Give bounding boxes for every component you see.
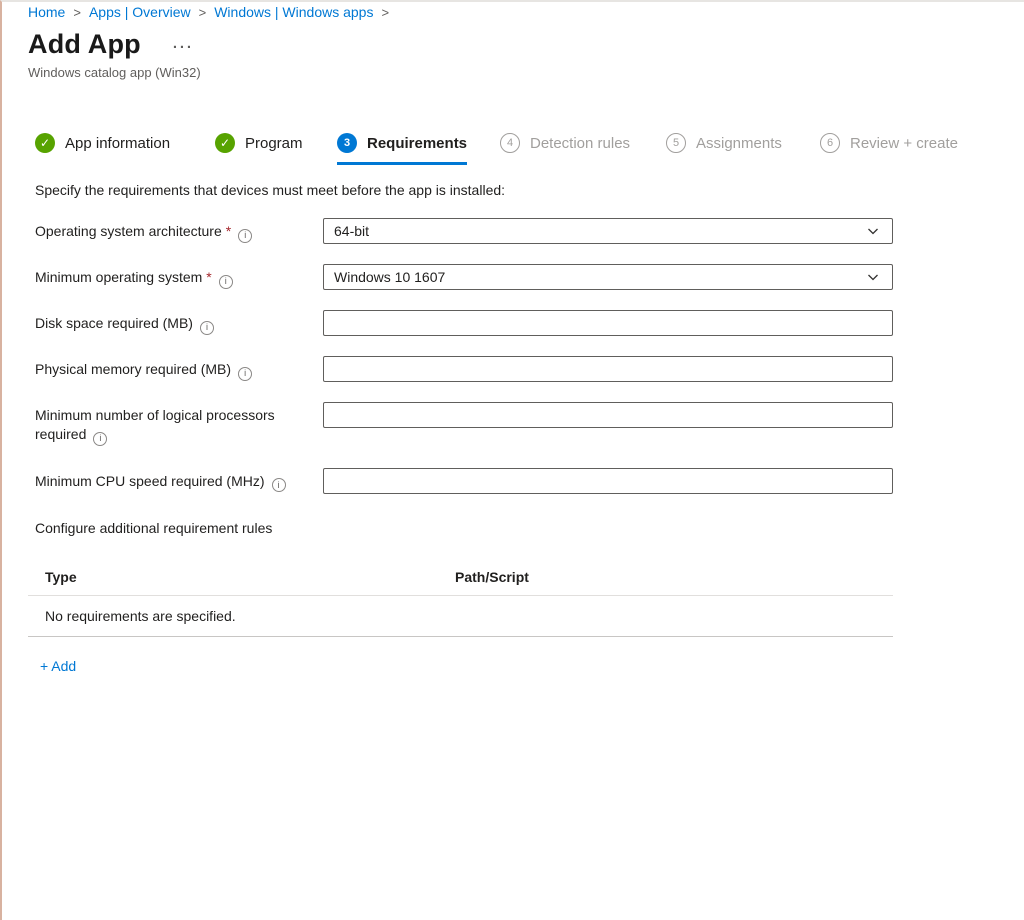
info-icon[interactable]: i xyxy=(238,367,252,381)
field-label: Minimum operating system* i xyxy=(35,264,323,289)
disk-space-input[interactable] xyxy=(323,310,893,336)
add-app-page: Home > Apps | Overview > Windows | Windo… xyxy=(0,0,1024,920)
form-row-cpu-speed: Minimum CPU speed required (MHz) i xyxy=(35,468,1004,494)
tab-app-information[interactable]: ✓ App information xyxy=(35,132,170,154)
page-header: Add App ··· xyxy=(28,29,1004,60)
breadcrumb-separator-icon: > xyxy=(381,5,389,20)
minimum-os-select[interactable]: Windows 10 1607 xyxy=(323,264,893,290)
breadcrumb-home[interactable]: Home xyxy=(28,4,65,20)
field-label: Minimum number of logical processors req… xyxy=(35,402,323,446)
requirements-intro-text: Specify the requirements that devices mu… xyxy=(35,182,1004,198)
step-label: Program xyxy=(245,135,303,152)
field-label-text: Minimum operating system xyxy=(35,269,202,285)
tab-program[interactable]: ✓ Program xyxy=(215,132,303,154)
form-row-disk-space: Disk space required (MB) i xyxy=(35,310,1004,336)
requirement-rules-table: Type Path/Script No requirements are spe… xyxy=(28,569,893,637)
tab-assignments[interactable]: 5 Assignments xyxy=(666,132,782,154)
step-label: Requirements xyxy=(367,135,467,152)
form-row-os-architecture: Operating system architecture* i 64-bit xyxy=(35,218,1004,244)
requirements-form: Operating system architecture*i 64-bit M… xyxy=(35,218,1004,494)
step-label: Review + create xyxy=(850,135,958,152)
breadcrumb-windows-apps[interactable]: Windows | Windows apps xyxy=(214,4,373,20)
additional-rules-heading: Configure additional requirement rules xyxy=(35,520,1004,536)
column-header-path-script: Path/Script xyxy=(455,569,529,585)
more-options-icon[interactable]: ··· xyxy=(173,40,194,55)
step-label: App information xyxy=(65,135,170,152)
field-label: Minimum CPU speed required (MHz) i xyxy=(35,468,323,493)
required-marker: * xyxy=(206,269,211,285)
breadcrumb: Home > Apps | Overview > Windows | Windo… xyxy=(28,4,1004,20)
info-icon[interactable]: i xyxy=(200,321,214,335)
step-number-badge: 6 xyxy=(820,133,840,153)
table-header-row: Type Path/Script xyxy=(28,569,893,596)
field-label: Disk space required (MB) i xyxy=(35,310,323,335)
breadcrumb-separator-icon: > xyxy=(199,5,207,20)
logical-processors-input[interactable] xyxy=(323,402,893,428)
add-requirement-link[interactable]: + Add xyxy=(40,658,76,674)
info-icon[interactable]: i xyxy=(238,229,252,243)
form-row-logical-processors: Minimum number of logical processors req… xyxy=(35,402,1004,446)
page-subtitle: Windows catalog app (Win32) xyxy=(28,65,1004,80)
tab-requirements[interactable]: 3 Requirements xyxy=(337,132,467,154)
step-number-badge: 4 xyxy=(500,133,520,153)
field-label-text: Minimum number of logical processors req… xyxy=(35,407,275,442)
tab-review-create[interactable]: 6 Review + create xyxy=(820,132,958,154)
form-row-physical-memory: Physical memory required (MB) i xyxy=(35,356,1004,382)
step-number-badge: 3 xyxy=(337,133,357,153)
breadcrumb-separator-icon: > xyxy=(73,5,81,20)
table-empty-message: No requirements are specified. xyxy=(28,596,893,637)
field-label-text: Operating system architecture xyxy=(35,223,222,239)
physical-memory-input[interactable] xyxy=(323,356,893,382)
column-header-type: Type xyxy=(28,569,455,585)
breadcrumb-apps-overview[interactable]: Apps | Overview xyxy=(89,4,191,20)
chevron-down-icon xyxy=(866,270,880,284)
step-complete-check-icon: ✓ xyxy=(215,133,235,153)
chevron-down-icon xyxy=(866,224,880,238)
field-label-text: Minimum CPU speed required (MHz) xyxy=(35,473,265,489)
cpu-speed-input[interactable] xyxy=(323,468,893,494)
required-marker: * xyxy=(226,223,231,239)
tab-detection-rules[interactable]: 4 Detection rules xyxy=(500,132,630,154)
field-label: Operating system architecture* i xyxy=(35,218,323,243)
field-label-text: Physical memory required (MB) xyxy=(35,361,231,377)
step-label: Detection rules xyxy=(530,135,630,152)
step-number-badge: 5 xyxy=(666,133,686,153)
page-title: Add App xyxy=(28,29,141,60)
form-row-min-os: Minimum operating system* i Windows 10 16… xyxy=(35,264,1004,290)
step-label: Assignments xyxy=(696,135,782,152)
info-icon[interactable]: i xyxy=(93,432,107,446)
wizard-steps: ✓ App information ✓ Program 3 Requiremen… xyxy=(28,132,1004,166)
field-label: Physical memory required (MB) i xyxy=(35,356,323,381)
selected-value: Windows 10 1607 xyxy=(334,269,445,285)
field-label-text: Disk space required (MB) xyxy=(35,315,193,331)
info-icon[interactable]: i xyxy=(219,275,233,289)
selected-value: 64-bit xyxy=(334,223,369,239)
info-icon[interactable]: i xyxy=(272,478,286,492)
step-complete-check-icon: ✓ xyxy=(35,133,55,153)
os-architecture-select[interactable]: 64-bit xyxy=(323,218,893,244)
